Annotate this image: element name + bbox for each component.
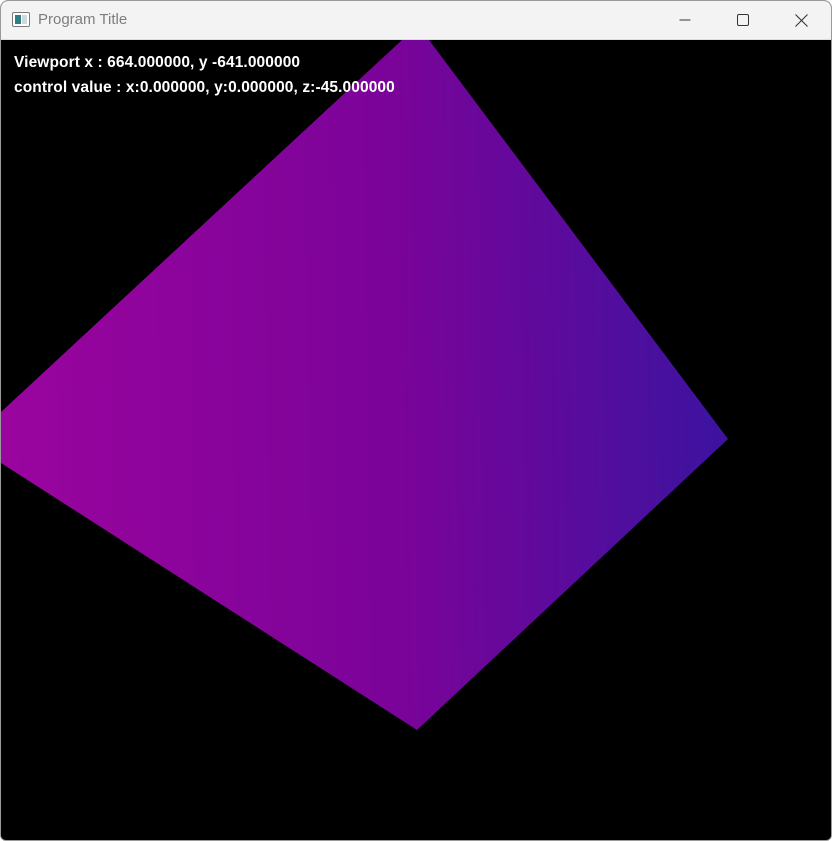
close-button[interactable]: [772, 1, 830, 39]
maximize-icon: [737, 14, 749, 26]
title-bar[interactable]: Program Title: [1, 1, 831, 40]
control-value-label: control value : x:0.000000, y:0.000000, …: [14, 79, 395, 96]
viewport-coordinates-label: Viewport x : 664.000000, y -641.000000: [14, 54, 301, 71]
maximize-button[interactable]: [714, 1, 772, 39]
scene-canvas: [1, 40, 728, 730]
render-viewport[interactable]: Viewport x : 664.000000, y -641.000000 c…: [1, 40, 831, 840]
minimize-button[interactable]: [656, 1, 714, 39]
window-title: Program Title: [38, 11, 128, 28]
program-window: Program Title Viewport x: 664.000000, y…: [0, 0, 832, 841]
minimize-icon: [679, 19, 691, 21]
application-window-icon: [12, 12, 30, 27]
close-icon: [794, 13, 808, 27]
rotated-quad: [1, 40, 728, 730]
